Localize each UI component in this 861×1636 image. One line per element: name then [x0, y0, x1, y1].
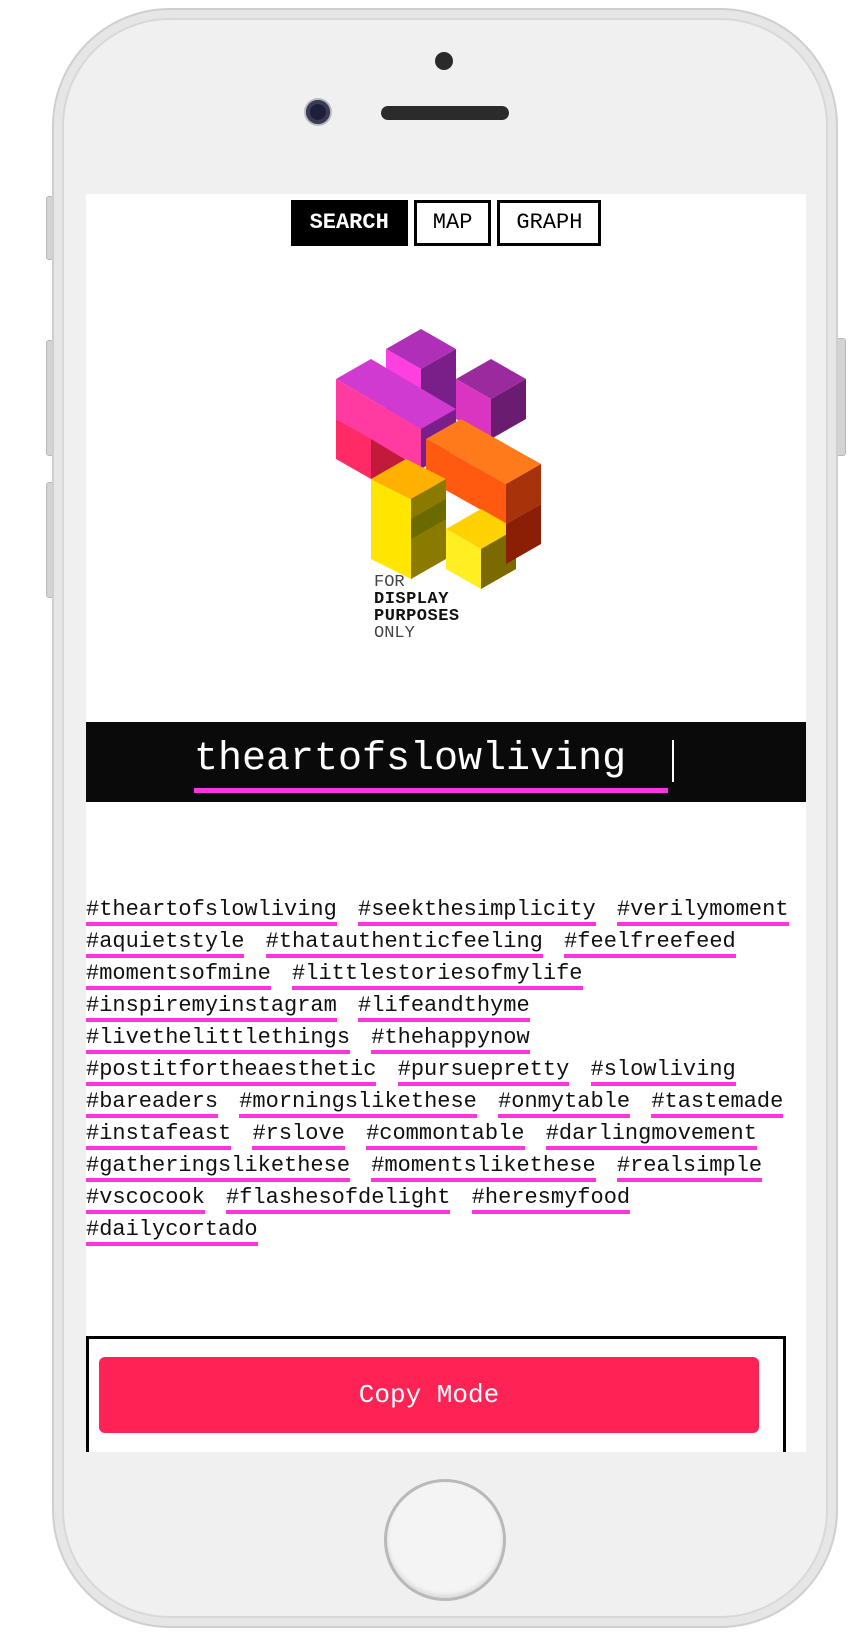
proximity-sensor [435, 52, 453, 70]
hashtag-item[interactable]: #darlingmovement [545, 1121, 757, 1150]
hashtag-item[interactable]: #lifeandthyme [358, 993, 530, 1022]
hashtag-item[interactable]: #inspiremyinstagram [86, 993, 337, 1022]
hashtag-item[interactable]: #verilymoment [616, 897, 789, 926]
hashtag-item[interactable]: #dailycortado [86, 1217, 258, 1246]
hashtag-item[interactable]: #gatheringslikethese [86, 1153, 351, 1182]
copy-mode-panel: Copy Mode [86, 1336, 786, 1452]
text-caret [672, 740, 674, 782]
hashtag-item[interactable]: #rslove [252, 1121, 345, 1150]
hashtag-item[interactable]: #momentslikethese [371, 1153, 596, 1182]
front-camera-icon [306, 100, 330, 124]
tab-graph[interactable]: GRAPH [497, 200, 602, 246]
hashtag-item[interactable]: #instafeast [86, 1121, 232, 1150]
hashtag-item[interactable]: #thatauthenticfeeling [265, 929, 543, 958]
stage: SEARCH MAP GRAPH FOR DISPLAY PURPOSES ON… [0, 0, 861, 1636]
logo-caption: FOR DISPLAY PURPOSES ONLY [374, 574, 460, 642]
hashtag-item[interactable]: #momentsofmine [86, 961, 271, 990]
hashtag-item[interactable]: #flashesofdelight [226, 1185, 451, 1214]
tab-search[interactable]: SEARCH [290, 200, 408, 246]
tab-map[interactable]: MAP [413, 200, 492, 246]
hashtag-item[interactable]: #pursuepretty [397, 1057, 570, 1086]
search-bar [86, 722, 806, 802]
hashtag-item[interactable]: #vscocook [86, 1185, 205, 1214]
hashtag-item[interactable]: #bareaders [86, 1089, 219, 1118]
logo-line-display: DISPLAY [374, 590, 449, 609]
hashtag-item[interactable]: #heresmyfood [471, 1185, 631, 1214]
earpiece-speaker [381, 106, 509, 120]
hashtag-item[interactable]: #seekthesimplicity [358, 897, 596, 926]
hashtag-item[interactable]: #slowliving [590, 1057, 736, 1086]
hashtag-item[interactable]: #feelfreefeed [564, 929, 736, 958]
hashtag-item[interactable]: #onmytable [498, 1089, 631, 1118]
hashtag-item[interactable]: #commontable [366, 1121, 525, 1150]
hashtag-item[interactable]: #livethelittlethings [86, 1025, 351, 1054]
nav-tabs: SEARCH MAP GRAPH [86, 200, 806, 246]
hashtag-item[interactable]: #tastemade [651, 1089, 784, 1118]
logo-line-only: ONLY [374, 624, 415, 643]
hashtag-item[interactable]: #morningslikethese [239, 1089, 477, 1118]
home-button[interactable] [384, 1479, 506, 1601]
hashtag-item[interactable]: #aquietstyle [86, 929, 245, 958]
search-input[interactable] [194, 730, 668, 793]
hashtag-item[interactable]: #thehappynow [371, 1025, 530, 1054]
logo-line-purposes: PURPOSES [374, 607, 460, 626]
copy-mode-button[interactable]: Copy Mode [99, 1357, 759, 1433]
logo-line-for: FOR [374, 573, 405, 592]
hashtag-item[interactable]: #theartofslowliving [86, 897, 337, 926]
hashtag-item[interactable]: #realsimple [616, 1153, 763, 1182]
hashtag-item[interactable]: #postitfortheaesthetic [86, 1057, 377, 1086]
hashtag-list: #theartofslowliving #seekthesimplicity #… [86, 894, 806, 1246]
hashtag-item[interactable]: #littlestoriesofmylife [292, 961, 583, 990]
app-screen: SEARCH MAP GRAPH FOR DISPLAY PURPOSES ON… [86, 194, 806, 1452]
